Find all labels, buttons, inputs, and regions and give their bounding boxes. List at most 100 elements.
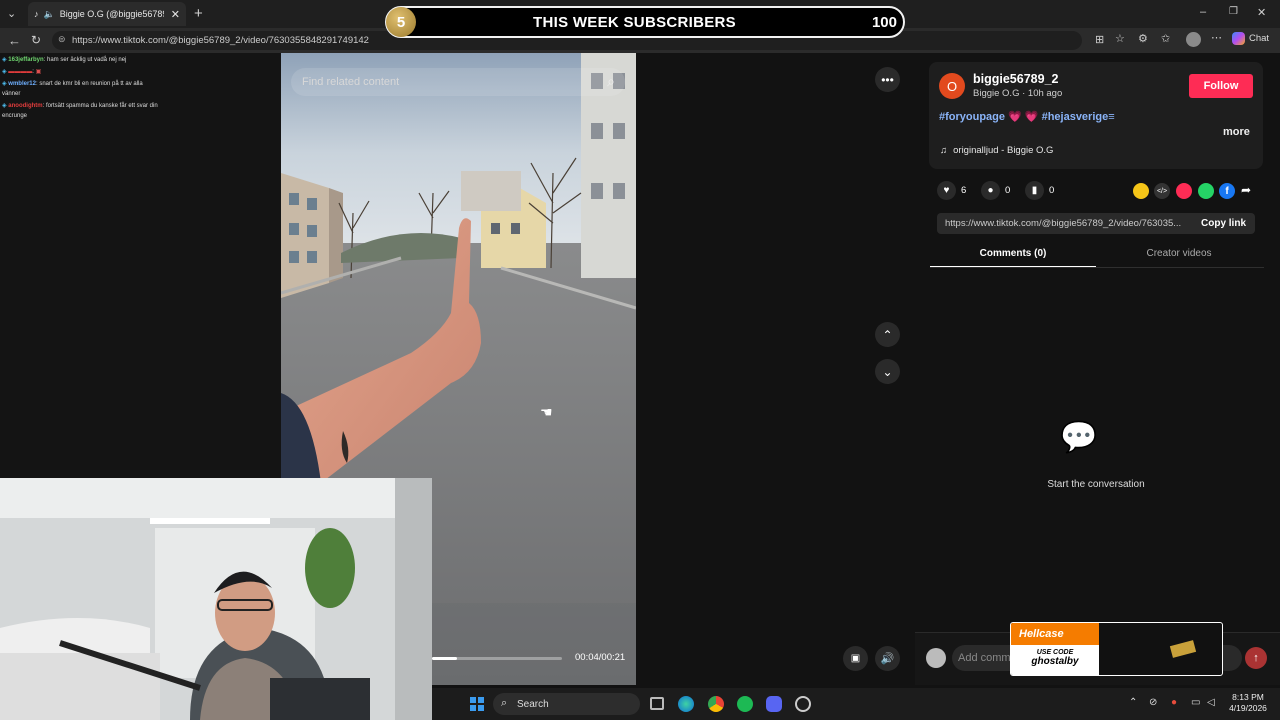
arrow-up-icon: ↑ bbox=[1253, 652, 1259, 664]
search-icon: ⌕ bbox=[501, 697, 508, 709]
save-button[interactable]: ▮ bbox=[1025, 181, 1044, 200]
facebook-icon[interactable]: f bbox=[1219, 183, 1235, 199]
streamer-webcam bbox=[0, 478, 432, 720]
vpn-icon[interactable]: ⊘ bbox=[1149, 697, 1157, 708]
tab-title: Biggie O.G (@biggie56789_2) bbox=[59, 9, 164, 19]
search-icon[interactable]: ⌕ bbox=[607, 73, 615, 90]
window-close-icon[interactable]: ✕ bbox=[1257, 6, 1266, 19]
comment-count: 0 bbox=[1005, 185, 1011, 196]
related-content-search[interactable]: Find related content ⌕ bbox=[291, 68, 625, 96]
minimize-icon[interactable]: – bbox=[1200, 6, 1206, 18]
profile-avatar[interactable] bbox=[1186, 32, 1201, 47]
chat-user: wmbler12 bbox=[8, 81, 36, 87]
whatsapp-icon[interactable] bbox=[1198, 183, 1214, 199]
speaker-icon: 🔊 bbox=[880, 653, 895, 665]
tab-creator-videos[interactable]: Creator videos bbox=[1096, 248, 1262, 259]
taskbar-search[interactable]: ⌕ Search bbox=[493, 693, 640, 715]
volume-tray-icon[interactable]: ◁ bbox=[1207, 697, 1215, 708]
volume-button[interactable]: 🔊 bbox=[875, 646, 900, 671]
stream-chat-message: ◈ anoodightm: fortsätt spamma du kanske … bbox=[2, 103, 158, 119]
picture-in-picture-icon: ▣ bbox=[850, 653, 861, 664]
share-arrow-icon[interactable]: ➦ bbox=[1241, 183, 1251, 197]
split-screen-icon[interactable]: ⊞ bbox=[1095, 33, 1104, 46]
webcam-image bbox=[0, 478, 432, 720]
music-note-icon: ♫ bbox=[940, 145, 948, 156]
copy-link-button[interactable]: Copy link bbox=[1201, 218, 1246, 229]
bookmark-icon: ▮ bbox=[1031, 185, 1038, 196]
tab-audio-icon[interactable]: 🔈 bbox=[44, 9, 55, 20]
microphone-icon[interactable]: ● bbox=[1171, 697, 1177, 708]
creator-username[interactable]: biggie56789_2 bbox=[973, 72, 1058, 86]
video-progress-bar[interactable] bbox=[432, 657, 562, 660]
steam-icon[interactable] bbox=[795, 696, 811, 712]
start-button[interactable] bbox=[470, 697, 484, 711]
copilot-chat-button[interactable]: Chat bbox=[1232, 32, 1269, 45]
empty-comments-illustration-icon: 💬 bbox=[1060, 421, 1098, 454]
chat-text: : ham ser äcklig ut vadå nej nej bbox=[43, 57, 127, 63]
video-link-text: https://www.tiktok.com/@biggie56789_2/vi… bbox=[945, 218, 1182, 229]
refresh-icon[interactable]: ↻ bbox=[31, 33, 41, 47]
post-sound[interactable]: ♫ originalljud - Biggie O.G bbox=[940, 145, 1053, 156]
heart-icon: ♥ bbox=[943, 185, 950, 196]
sound-name: originalljud - Biggie O.G bbox=[953, 145, 1054, 156]
ad-code-box: USE CODE ghostalby bbox=[1011, 645, 1099, 675]
post-comment-button[interactable]: ↑ bbox=[1245, 647, 1267, 669]
subscriber-goal-overlay: 5 THIS WEEK SUBSCRIBERS 100 bbox=[385, 6, 905, 38]
follow-button[interactable]: Follow bbox=[1189, 74, 1253, 98]
like-count: 6 bbox=[961, 185, 967, 196]
extensions-icon[interactable]: ⚙ bbox=[1138, 32, 1148, 45]
tray-overflow-icon[interactable]: ⌃ bbox=[1129, 697, 1137, 708]
ad-code: ghostalby bbox=[1031, 656, 1079, 667]
site-info-icon[interactable]: ⊜ bbox=[58, 34, 66, 45]
tiktok-favicon-icon: ♪ bbox=[34, 9, 39, 19]
post-hashtags[interactable]: #foryoupage 💗 💗 #hejasverige≡ bbox=[939, 110, 1115, 123]
more-dots-icon: ••• bbox=[881, 72, 894, 87]
creator-meta: Biggie O.G · 10h ago bbox=[973, 88, 1063, 99]
taskbar-clock[interactable]: 8:13 PM 4/19/2026 bbox=[1226, 692, 1270, 714]
save-count: 0 bbox=[1049, 185, 1055, 196]
more-button[interactable]: more bbox=[1223, 126, 1250, 138]
favorite-star-icon[interactable]: ☆ bbox=[1115, 32, 1125, 45]
like-button[interactable]: ♥ bbox=[937, 181, 956, 200]
favorites-icon[interactable]: ✩ bbox=[1161, 32, 1170, 45]
comment-button[interactable]: ● bbox=[981, 181, 1000, 200]
browser-tab[interactable]: ♪ 🔈 Biggie O.G (@biggie56789_2) ✕ bbox=[28, 2, 186, 26]
clock-date: 4/19/2026 bbox=[1229, 703, 1267, 713]
user-avatar[interactable] bbox=[926, 648, 946, 668]
more-options-button[interactable]: ••• bbox=[875, 67, 900, 92]
back-icon[interactable]: ← bbox=[8, 33, 21, 48]
next-video-button[interactable]: ⌄ bbox=[875, 359, 900, 384]
network-icon[interactable]: ▭ bbox=[1191, 697, 1200, 708]
file-explorer-icon[interactable] bbox=[650, 697, 664, 710]
add-comment-placeholder: Add comm bbox=[958, 652, 1011, 664]
floating-player-button[interactable]: ▣ bbox=[843, 646, 868, 671]
url-text: https://www.tiktok.com/@biggie56789_2/vi… bbox=[72, 35, 369, 46]
new-tab-icon[interactable]: + bbox=[194, 5, 203, 22]
tab-actions-icon[interactable]: ⌄ bbox=[7, 7, 16, 20]
video-progress-fill bbox=[432, 657, 457, 660]
chat-user: 163jeffarbyn bbox=[8, 57, 44, 63]
stream-chat-message: ◈ 163jeffarbyn: ham ser äcklig ut vadå n… bbox=[2, 57, 127, 63]
stream-chat-message: ◈ wmbler12: snart de kmr bli en reunion … bbox=[2, 81, 143, 97]
copilot-icon bbox=[1232, 32, 1245, 45]
chevron-down-icon: ⌄ bbox=[882, 364, 893, 379]
more-menu-icon[interactable]: ⋯ bbox=[1211, 31, 1222, 44]
previous-video-button[interactable]: ⌃ bbox=[875, 322, 900, 347]
tab-comments[interactable]: Comments (0) bbox=[930, 248, 1096, 259]
restore-icon[interactable]: ❐ bbox=[1229, 6, 1238, 17]
spotify-icon[interactable] bbox=[737, 696, 753, 712]
edge-browser-icon[interactable] bbox=[678, 696, 694, 712]
subscriber-goal-title: THIS WEEK SUBSCRIBERS bbox=[533, 13, 736, 31]
creator-avatar[interactable]: O bbox=[939, 73, 965, 99]
chat-label: Chat bbox=[1249, 33, 1270, 44]
chrome-icon[interactable] bbox=[708, 696, 724, 712]
tabs-divider bbox=[930, 267, 1264, 268]
related-search-placeholder: Find related content bbox=[302, 76, 400, 88]
discord-icon[interactable] bbox=[766, 696, 782, 712]
empty-comments-text: Start the conversation bbox=[1047, 479, 1145, 490]
tab-close-icon[interactable]: ✕ bbox=[171, 8, 180, 21]
ad-use-code: USE CODE bbox=[1036, 649, 1074, 656]
repost-icon[interactable] bbox=[1133, 183, 1149, 199]
embed-icon[interactable]: </> bbox=[1154, 183, 1170, 199]
send-to-friends-icon[interactable] bbox=[1176, 183, 1192, 199]
